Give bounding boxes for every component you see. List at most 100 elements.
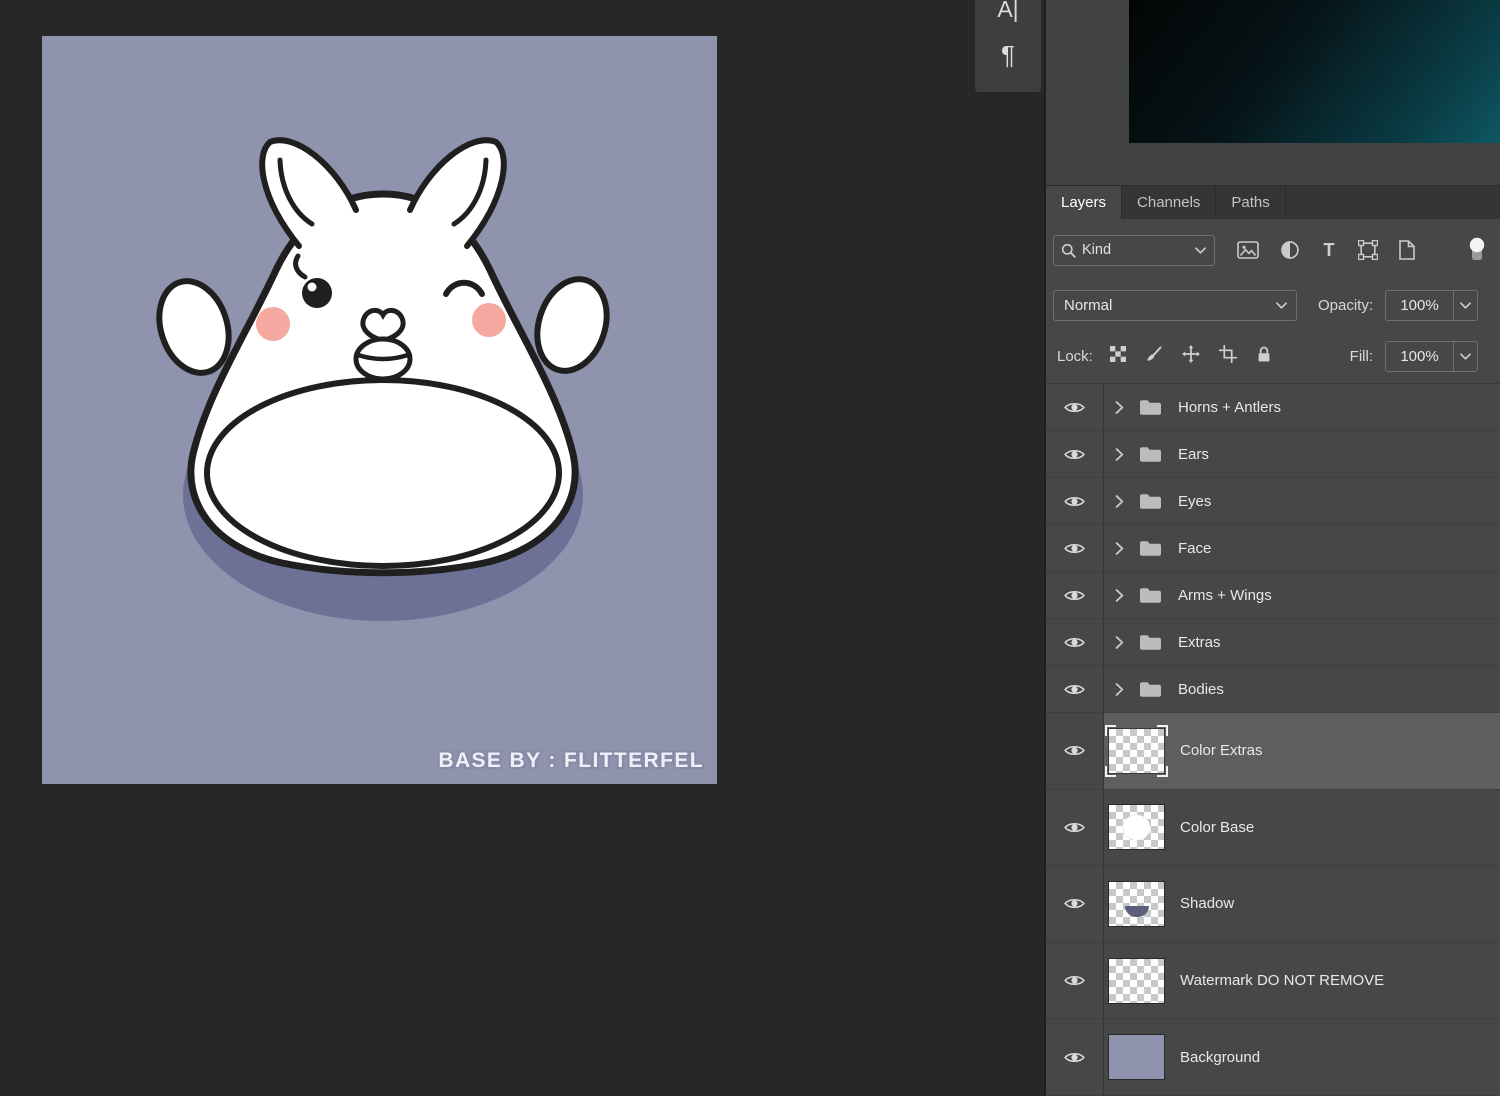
eye-icon (1063, 447, 1086, 462)
layer-label: Watermark DO NOT REMOVE (1180, 972, 1385, 990)
layer-thumbnail[interactable] (1109, 958, 1164, 1003)
layer-group-bodies[interactable]: Bodies (1046, 666, 1500, 713)
chevron-right-icon[interactable] (1115, 542, 1124, 555)
eye-icon (1063, 541, 1086, 556)
lock-position-icon[interactable] (1182, 345, 1200, 368)
layer-thumbnail[interactable] (1105, 724, 1168, 777)
blend-mode-row: Normal Opacity: 100% (1046, 281, 1500, 330)
folder-icon (1139, 493, 1162, 510)
chevron-down-icon (1460, 353, 1471, 360)
visibility-cell[interactable] (1046, 866, 1104, 942)
layer-group-label: Arms + Wings (1178, 586, 1272, 604)
adjustment-layer-filter-icon[interactable] (1280, 240, 1300, 260)
layer-thumbnail[interactable] (1109, 805, 1164, 850)
filter-type-icons: T (1237, 236, 1500, 264)
eye-icon (1063, 973, 1086, 988)
visibility-cell[interactable] (1046, 666, 1104, 712)
layer-filter-toggle[interactable] (1467, 236, 1487, 264)
type-layer-filter-icon[interactable]: T (1321, 240, 1337, 261)
layer-group-label: Ears (1178, 445, 1209, 463)
photoshop-window: BASE BY : FLITTERFEL A| ¶ Layers Channel… (0, 0, 1500, 1096)
eye-icon (1063, 896, 1086, 911)
panel-tab-bar: Layers Channels Paths (1046, 186, 1500, 219)
opacity-value: 100% (1400, 297, 1439, 314)
lock-image-pixels-icon[interactable] (1145, 345, 1163, 368)
visibility-cell[interactable] (1046, 789, 1104, 866)
opacity-label: Opacity: (1317, 297, 1373, 314)
layer-group-face[interactable]: Face (1046, 525, 1500, 572)
folder-icon (1139, 587, 1162, 604)
character-belly (204, 377, 562, 569)
preview-area (1046, 0, 1500, 186)
layer-group-horns-antlers[interactable]: Horns + Antlers (1046, 384, 1500, 431)
filter-kind-label: Kind (1082, 242, 1112, 258)
folder-icon (1139, 681, 1162, 698)
eye-icon (1063, 1050, 1086, 1065)
visibility-cell[interactable] (1046, 1019, 1104, 1095)
pixel-layer-filter-icon[interactable] (1237, 241, 1259, 259)
visibility-cell[interactable] (1046, 619, 1104, 665)
visibility-cell[interactable] (1046, 713, 1104, 789)
chevron-right-icon[interactable] (1115, 636, 1124, 649)
folder-icon (1139, 399, 1162, 416)
canvas-area[interactable]: BASE BY : FLITTERFEL (0, 0, 962, 1096)
lock-artboard-icon[interactable] (1219, 345, 1237, 368)
layer-filter-row: Kind T (1046, 219, 1500, 281)
layer-group-eyes[interactable]: Eyes (1046, 478, 1500, 525)
tab-paths[interactable]: Paths (1216, 186, 1286, 219)
visibility-cell[interactable] (1046, 384, 1104, 430)
layer-row-watermark[interactable]: Watermark DO NOT REMOVE (1046, 942, 1500, 1020)
chevron-down-icon (1460, 302, 1471, 309)
lock-label: Lock: (1057, 348, 1093, 365)
chevron-right-icon[interactable] (1115, 448, 1124, 461)
layer-group-label: Eyes (1178, 492, 1212, 510)
visibility-cell[interactable] (1046, 572, 1104, 618)
filter-kind-select[interactable]: Kind (1053, 234, 1215, 266)
chevron-right-icon[interactable] (1115, 401, 1124, 414)
document-preview-image (1129, 0, 1500, 143)
layer-group-extras[interactable]: Extras (1046, 619, 1500, 666)
shape-layer-filter-icon[interactable] (1358, 240, 1378, 260)
fill-label: Fill: (1349, 348, 1373, 365)
eye-icon (1063, 588, 1086, 603)
layer-row-color-extras[interactable]: Color Extras (1046, 713, 1500, 790)
paragraph-panel-icon[interactable]: ¶ (1001, 32, 1015, 78)
lock-all-icon[interactable] (1256, 345, 1272, 369)
visibility-cell[interactable] (1046, 525, 1104, 571)
fill-input[interactable]: 100% (1385, 341, 1478, 372)
divider (1453, 342, 1454, 371)
character-illustration (156, 137, 610, 621)
layer-group-label: Face (1178, 539, 1212, 557)
layer-thumbnail[interactable] (1109, 881, 1164, 926)
tab-channels[interactable]: Channels (1122, 186, 1217, 219)
layer-row-color-base[interactable]: Color Base (1046, 789, 1500, 867)
watermark-text: BASE BY : FLITTERFEL (438, 749, 704, 772)
blend-mode-select[interactable]: Normal (1053, 290, 1297, 321)
layer-thumbnail[interactable] (1109, 1035, 1164, 1080)
lock-transparent-pixels-icon[interactable] (1110, 346, 1126, 367)
layer-group-ears[interactable]: Ears (1046, 431, 1500, 478)
smart-object-filter-icon[interactable] (1399, 240, 1415, 260)
thumbnail-content (1124, 905, 1149, 917)
visibility-cell[interactable] (1046, 478, 1104, 524)
layer-label: Color Base (1180, 818, 1255, 836)
layer-group-arms-wings[interactable]: Arms + Wings (1046, 572, 1500, 619)
chevron-right-icon[interactable] (1115, 495, 1124, 508)
tab-layers[interactable]: Layers (1046, 186, 1123, 219)
visibility-cell[interactable] (1046, 942, 1104, 1019)
visibility-cell[interactable] (1046, 431, 1104, 477)
fill-value: 100% (1400, 348, 1439, 365)
layer-label: Shadow (1180, 895, 1235, 913)
folder-icon (1139, 540, 1162, 557)
opacity-input[interactable]: 100% (1385, 290, 1478, 321)
folder-icon (1139, 446, 1162, 463)
chevron-right-icon[interactable] (1115, 683, 1124, 696)
artboard[interactable]: BASE BY : FLITTERFEL (42, 36, 717, 784)
chevron-down-icon (1195, 247, 1206, 254)
chevron-right-icon[interactable] (1115, 589, 1124, 602)
blend-mode-value: Normal (1064, 297, 1113, 314)
character-panel-icon[interactable]: A| (997, 0, 1018, 32)
eye-icon (1063, 400, 1086, 415)
layer-row-background[interactable]: Background (1046, 1019, 1500, 1096)
layer-row-shadow[interactable]: Shadow (1046, 866, 1500, 943)
